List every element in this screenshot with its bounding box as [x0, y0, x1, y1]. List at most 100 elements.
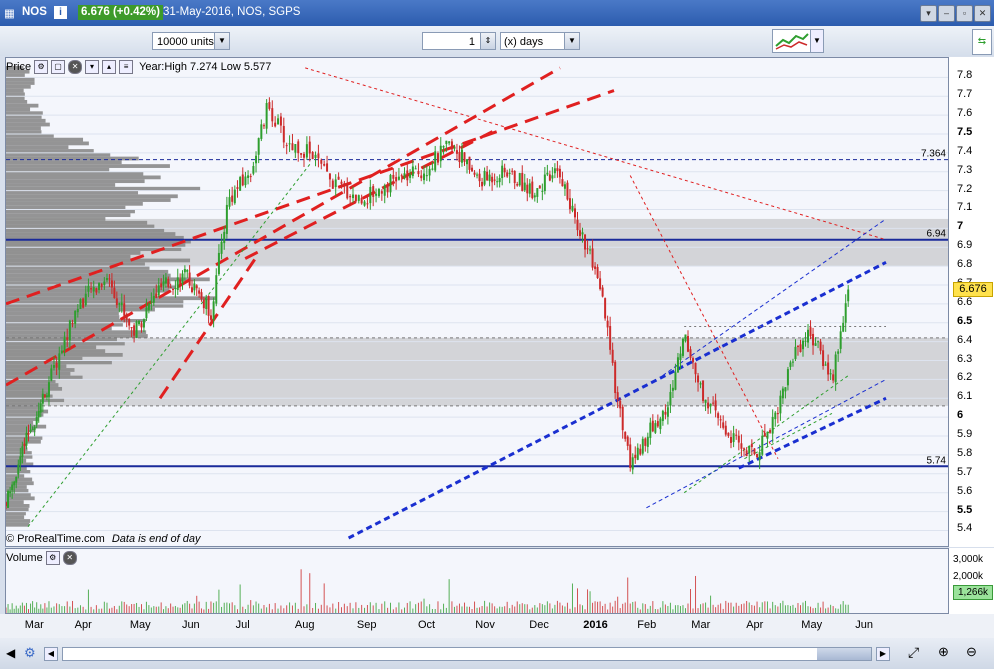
- candle-body: [636, 447, 639, 460]
- candle-body: [609, 326, 612, 350]
- zoom-in-icon[interactable]: ⊕: [938, 644, 949, 660]
- candle-body: [326, 163, 329, 172]
- maximize-button[interactable]: ▫: [956, 5, 973, 22]
- period-input[interactable]: 1 ⇕: [422, 32, 496, 50]
- candle-body: [781, 388, 784, 399]
- close-panel-icon[interactable]: ✕: [62, 550, 77, 565]
- candle-body: [74, 310, 77, 324]
- move-up-icon[interactable]: ▴: [102, 59, 117, 74]
- candle-body: [743, 448, 746, 450]
- candle-body: [125, 314, 128, 320]
- candle-body: [463, 152, 466, 162]
- candle-body: [233, 189, 236, 204]
- price-chart[interactable]: 7.364 6.94 5.74: [6, 58, 949, 547]
- resize-icon[interactable]: ≡: [119, 59, 134, 74]
- scrollbar-thumb[interactable]: [817, 648, 871, 660]
- zoom-out-icon[interactable]: ⊖: [966, 644, 977, 660]
- settings-icon[interactable]: ⚙: [24, 645, 36, 661]
- side-panel-button[interactable]: ⇆: [972, 29, 992, 55]
- candle-body: [285, 145, 288, 147]
- time-tick-label: May: [129, 619, 151, 631]
- volume-chart-panel[interactable]: [5, 548, 949, 614]
- candle-body: [223, 231, 226, 244]
- time-tick-label: Jun: [181, 619, 200, 631]
- candle-body: [363, 201, 366, 206]
- candle-body: [814, 343, 817, 346]
- candle-body: [133, 325, 136, 336]
- wrench-icon[interactable]: ⚙: [34, 59, 49, 74]
- volume-axis[interactable]: 3,000k2,000k1,000k1,266k: [949, 548, 994, 614]
- candle-body: [27, 432, 30, 435]
- candle-body: [369, 186, 372, 204]
- volume-profile-bar: [6, 111, 43, 116]
- downtrend-line: [305, 67, 887, 241]
- candle-body: [604, 298, 607, 319]
- candle-body: [220, 241, 223, 254]
- close-panel-icon[interactable]: ✕: [68, 59, 83, 74]
- candle-body: [115, 298, 118, 306]
- candle-body: [317, 153, 320, 159]
- candle-body: [76, 308, 79, 313]
- price-axis[interactable]: 7.87.77.67.57.47.37.27.176.96.86.76.66.5…: [949, 57, 994, 547]
- candle-body: [727, 432, 730, 436]
- move-down-icon[interactable]: ▾: [85, 59, 100, 74]
- app-menu-icon[interactable]: ▦: [4, 6, 15, 20]
- candle-body: [511, 170, 514, 172]
- period-value: 1: [468, 36, 475, 48]
- candle-body: [202, 299, 205, 309]
- price-tick-label: 7.2: [957, 182, 973, 195]
- candle-body: [389, 174, 392, 193]
- wrench-icon[interactable]: ⚙: [45, 550, 60, 565]
- candle-body: [282, 125, 285, 143]
- chevron-down-icon: ▼: [214, 33, 229, 49]
- volume-chart[interactable]: [6, 549, 949, 614]
- candle-body: [722, 422, 725, 428]
- watermark-note: Data is end of day: [111, 533, 201, 545]
- volume-profile-bar: [6, 269, 169, 274]
- window-icon[interactable]: ▢: [51, 59, 66, 74]
- candle-body: [13, 481, 16, 486]
- candle-body: [100, 283, 103, 287]
- candle-body: [414, 168, 417, 170]
- volume-profile-bar: [6, 334, 148, 338]
- candle-body: [649, 422, 652, 438]
- candle-body: [599, 278, 602, 290]
- candle-body: [200, 292, 203, 299]
- units-select[interactable]: 10000 units ▼: [152, 32, 230, 50]
- info-icon[interactable]: i: [54, 6, 67, 19]
- time-axis[interactable]: Mar Apr May Jun Jul Aug Sep Oct Nov Dec 2016 Feb Mar…: [0, 614, 994, 638]
- arrow-left-icon[interactable]: ◀: [6, 646, 15, 660]
- candle-body: [513, 170, 516, 184]
- dropdown-icon[interactable]: ▾: [920, 5, 937, 22]
- candle-body: [386, 185, 389, 193]
- candle-body: [445, 140, 448, 144]
- zoom-fit-icon[interactable]: ⤢: [908, 644, 919, 661]
- stepper-icon[interactable]: ⇕: [480, 33, 495, 49]
- candle-body: [403, 173, 406, 179]
- close-button[interactable]: ✕: [974, 5, 991, 22]
- price-tick-label: 5.6: [957, 484, 973, 497]
- candle-body: [128, 318, 131, 326]
- price-badge: 6.676 (+0.42%): [78, 5, 163, 20]
- volume-profile-bar: [6, 152, 111, 157]
- volume-profile-bar: [6, 402, 41, 406]
- minimize-button[interactable]: –: [938, 5, 955, 22]
- scroll-left-button[interactable]: ◀: [44, 647, 58, 661]
- price-chart-panel[interactable]: 7.364 6.94 5.74: [5, 57, 949, 547]
- candle-body: [268, 102, 271, 109]
- candle-body: [164, 277, 167, 284]
- candle-body: [594, 266, 597, 269]
- time-tick-label: Aug: [294, 619, 315, 631]
- volume-profile-bar: [6, 201, 143, 206]
- scrollbar-track[interactable]: [62, 647, 872, 661]
- volume-profile-bar: [6, 481, 34, 486]
- candle-body: [142, 319, 145, 328]
- volume-tick-label: 3,000k: [953, 553, 984, 565]
- volume-profile-bar: [6, 349, 106, 353]
- chart-type-button[interactable]: [772, 29, 812, 53]
- chart-type-dropdown[interactable]: ▼: [810, 29, 824, 53]
- volume-profile-bar: [6, 507, 29, 512]
- scroll-right-button[interactable]: ▶: [876, 647, 890, 661]
- volume-profile-bar: [6, 262, 145, 267]
- period-unit-select[interactable]: (x) days ▼: [500, 32, 580, 50]
